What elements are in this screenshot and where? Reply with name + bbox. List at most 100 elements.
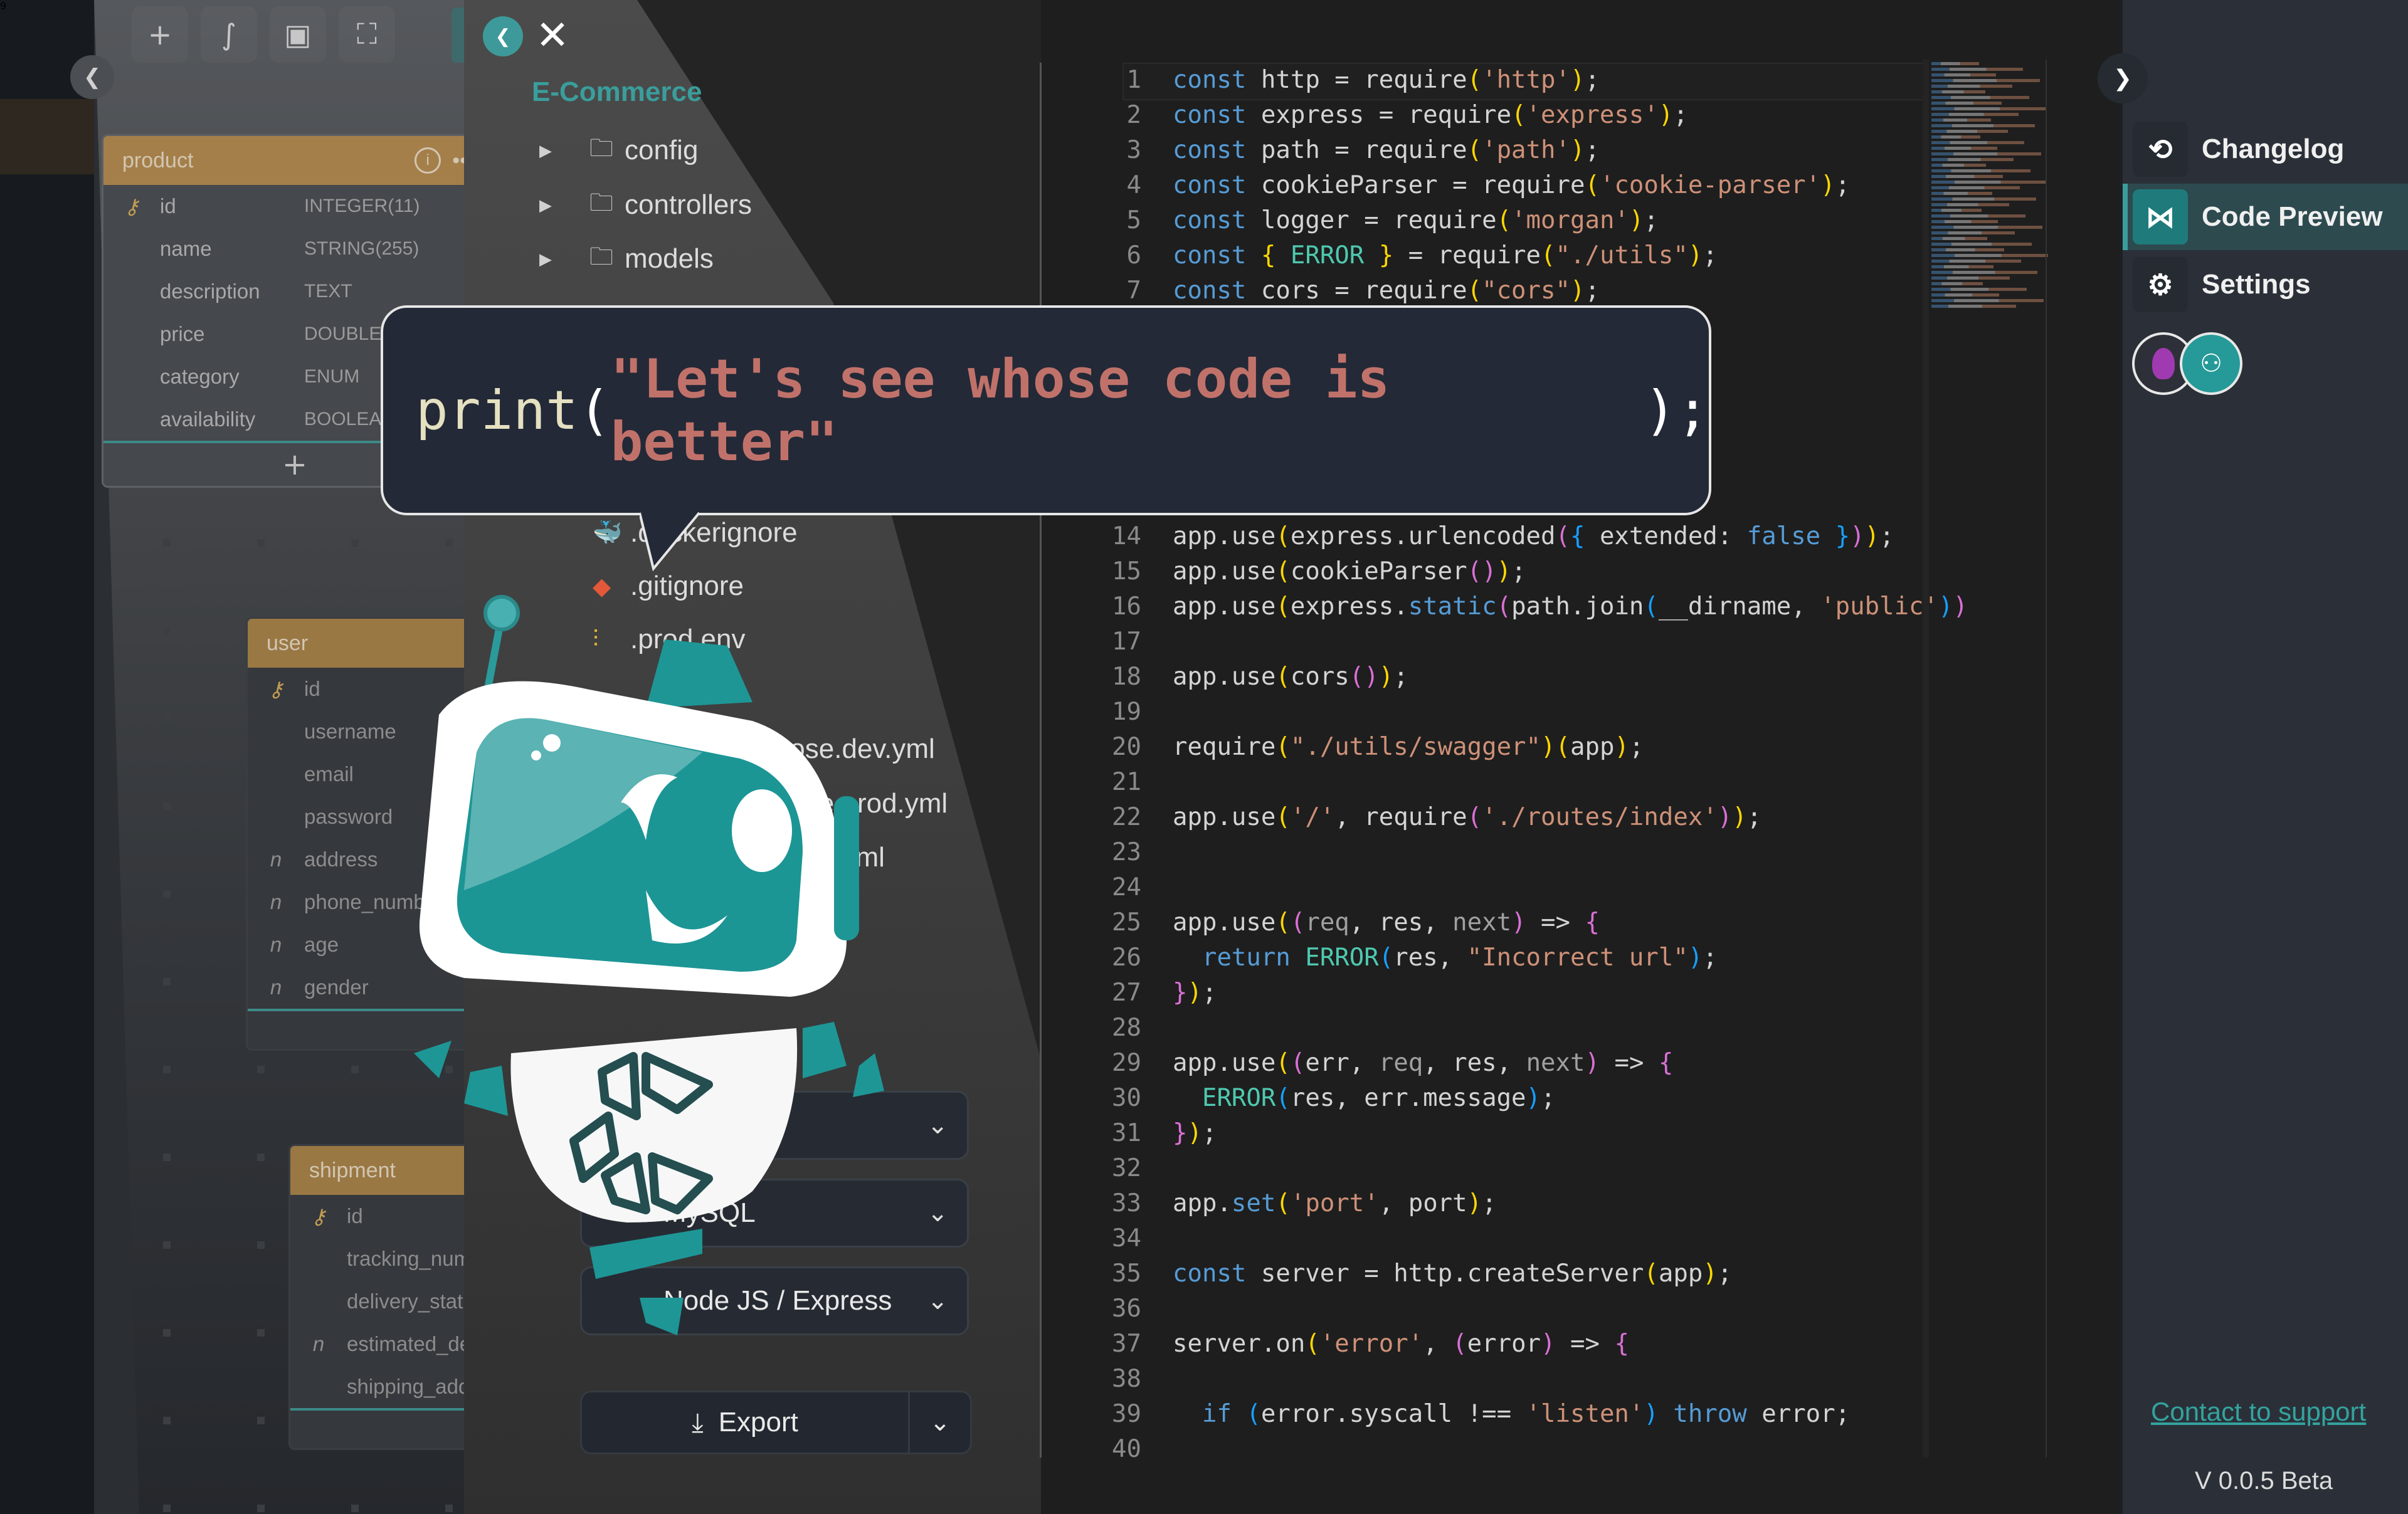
table-header[interactable]: product i •• (103, 136, 486, 185)
canvas-toolbar: + ∫ ▣ ⛶ (132, 6, 458, 69)
editor-scrollbar[interactable] (1923, 60, 1929, 1458)
code-line[interactable]: 16 app.use(express.static(path.join(__dir… (1079, 589, 1968, 624)
contact-support-link[interactable]: Contact to support (2151, 1397, 2366, 1427)
code-line[interactable]: 28 (1079, 1011, 1968, 1046)
grid-dot (257, 1329, 265, 1337)
fullscreen-tool-button[interactable]: ⛶ (339, 6, 395, 63)
line-number: 26 (1112, 944, 1141, 972)
code-text: const server = http.createServer(app); (1173, 1259, 1733, 1288)
code-line[interactable]: 37 server.on('error', (error) => { (1079, 1327, 1968, 1362)
sidebar-item-changelog[interactable]: ⟲ Changelog (2123, 116, 2408, 182)
minimap-line (1931, 118, 1991, 122)
robot-mascot (414, 595, 884, 1335)
sidebar-item-code-preview[interactable]: ⋈ Code Preview (2123, 184, 2408, 250)
primary-key-icon: ⚷ (268, 677, 284, 701)
bubble-close: ); (1644, 379, 1709, 442)
bubble-fn: print (416, 379, 578, 442)
robot-hand-left (414, 1041, 452, 1078)
line-number: 5 (1126, 206, 1141, 234)
table-field-row[interactable]: name STRING(255) (103, 228, 486, 270)
line-number: 29 (1112, 1049, 1141, 1077)
minimap-line (1931, 73, 1996, 76)
gear-icon: ⚙ (2133, 257, 2188, 312)
line-number: 18 (1112, 663, 1141, 691)
folder-models[interactable]: ▶ 🗀 models (539, 237, 714, 281)
close-icon: ✕ (536, 13, 569, 59)
code-lines[interactable]: 1 const http = require('http'); 2 const exp… (1079, 63, 1968, 1467)
info-icon[interactable]: i (415, 147, 441, 174)
code-line[interactable]: 18 app.use(cors()); (1079, 660, 1968, 695)
code-line[interactable]: 1 const http = require('http'); (1079, 63, 1968, 98)
code-line[interactable]: 25 app.use((req, res, next) => { (1079, 905, 1968, 940)
code-text: }); (1173, 979, 1217, 1007)
code-line[interactable]: 2 const express = require('express'); (1079, 98, 1968, 133)
invite-user-button[interactable]: ⚇ (2180, 332, 2242, 395)
code-line[interactable]: 31}); (1079, 1116, 1968, 1151)
code-line[interactable]: 40 (1079, 1432, 1968, 1467)
code-line[interactable]: 33 app.set('port', port); (1079, 1186, 1968, 1221)
code-line[interactable]: 38 (1079, 1362, 1968, 1397)
code-line[interactable]: 19 (1079, 695, 1968, 730)
folder-controllers[interactable]: ▶ 🗀 controllers (539, 183, 752, 227)
minimap-line (1931, 107, 2046, 110)
grid-dot (163, 802, 171, 810)
grid-dot (163, 978, 171, 986)
code-line[interactable]: 17 (1079, 624, 1968, 660)
code-line[interactable]: 4 const cookieParser = require('cookie-pa… (1079, 168, 1968, 203)
line-number: 21 (1112, 768, 1141, 796)
code-text: require("./utils/swagger")(app); (1173, 733, 1644, 761)
table-field-row[interactable]: ⚷ id INTEGER(11) (103, 185, 486, 228)
minimap-tool-button[interactable]: ▣ (270, 6, 326, 63)
grid-dot (163, 539, 171, 547)
code-line[interactable]: 22 app.use('/', require('./routes/index')… (1079, 800, 1968, 835)
line-number: 2 (1126, 101, 1141, 129)
grid-dot (445, 539, 453, 547)
bubble-string: "Let's see whose code is better" (610, 347, 1390, 473)
close-button[interactable]: ✕ (531, 13, 574, 59)
code-line[interactable]: 32 (1079, 1151, 1968, 1186)
code-line[interactable]: 24 (1079, 870, 1968, 905)
code-line[interactable]: 39 if (error.syscall !== 'listen') throw… (1079, 1397, 1968, 1432)
sidebar-item-settings[interactable]: ⚙ Settings (2123, 251, 2408, 318)
collapse-left-button[interactable]: ❮ (70, 55, 114, 99)
code-line[interactable]: 26 return ERROR(res, "Incorrect url"); (1079, 940, 1968, 975)
vscode-icon: ⋈ (2133, 189, 2188, 244)
chevron-down-icon: ⌄ (927, 1112, 948, 1139)
code-line[interactable]: 7 const cors = require("cors"); (1079, 273, 1968, 308)
code-text: app.set('port', port); (1173, 1189, 1497, 1217)
code-line[interactable]: 6 const { ERROR } = require("./utils"); (1079, 238, 1968, 273)
export-options-button[interactable]: ⌄ (910, 1392, 970, 1453)
line-number: 40 (1112, 1435, 1141, 1463)
code-line[interactable]: 15 app.use(cookieParser()); (1079, 554, 1968, 589)
line-number: 16 (1112, 592, 1141, 621)
caret-right-icon: ▶ (539, 140, 552, 160)
code-text: }); (1173, 1119, 1217, 1147)
code-line[interactable]: 30 ERROR(res, err.message); (1079, 1081, 1968, 1116)
chevron-left-icon: ❮ (83, 65, 102, 90)
folder-config[interactable]: ▶ 🗀 config (539, 129, 698, 172)
field-type: INTEGER(11) (304, 196, 420, 216)
minimap-line (1931, 169, 2030, 172)
editor-left-border (1040, 63, 1042, 1458)
collapse-sidebar-button[interactable]: ❯ (2098, 53, 2148, 103)
code-line[interactable]: 29 app.use((err, req, res, next) => { (1079, 1046, 1968, 1081)
relation-tool-button[interactable]: ∫ (201, 6, 257, 63)
code-line[interactable]: 34 (1079, 1221, 1968, 1256)
code-line[interactable]: 23 (1079, 835, 1968, 870)
back-button[interactable]: ❮ (483, 16, 523, 56)
code-minimap[interactable] (1931, 60, 2051, 335)
code-line[interactable]: 3 const path = require('path'); (1079, 133, 1968, 168)
code-line[interactable]: 14 app.use(express.urlencoded({ extended:… (1079, 519, 1968, 554)
code-text: app.use(cors()); (1173, 663, 1408, 691)
code-line[interactable]: 20 require("./utils/swagger")(app); (1079, 730, 1968, 765)
code-line[interactable]: 27}); (1079, 975, 1968, 1011)
minimap-line (1931, 79, 2040, 82)
code-line[interactable]: 36 (1079, 1291, 1968, 1327)
caret-right-icon: ▶ (539, 195, 552, 214)
add-tool-button[interactable]: + (132, 6, 188, 63)
export-button[interactable]: ⤓ Export (582, 1392, 910, 1453)
field-type: STRING(255) (304, 238, 420, 259)
code-line[interactable]: 35 const server = http.createServer(app); (1079, 1256, 1968, 1291)
code-line[interactable]: 21 (1079, 765, 1968, 800)
code-line[interactable]: 5 const logger = require('morgan'); (1079, 203, 1968, 238)
